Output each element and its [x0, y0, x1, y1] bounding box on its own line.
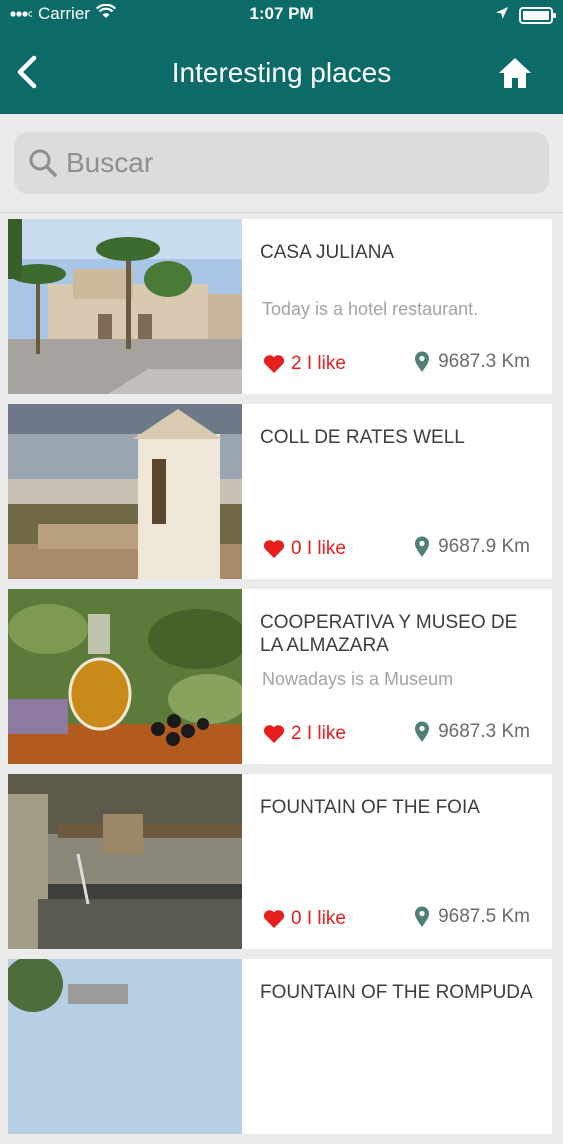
- distance-value: 9687.3 Km: [438, 721, 530, 742]
- places-list: CASA JULIANA Today is a hotel restaurant…: [8, 219, 552, 1144]
- place-card[interactable]: COOPERATIVA Y MUSEO DE LA ALMAZARA Nowad…: [8, 589, 552, 764]
- search-area: Buscar: [0, 114, 563, 213]
- like-count: 2 I like: [291, 353, 346, 374]
- search-field[interactable]: Buscar: [14, 132, 549, 194]
- search-icon: [28, 148, 58, 178]
- place-name: FOUNTAIN OF THE FOIA: [260, 797, 480, 818]
- location-arrow-icon: [495, 5, 509, 25]
- map-pin-icon: [415, 721, 430, 742]
- distance: 9687.3 Km: [414, 351, 530, 373]
- place-card[interactable]: FOUNTAIN OF THE ROMPUDA: [8, 959, 552, 1134]
- place-photo-fountain-of-the-foia: [8, 774, 242, 949]
- distance: 9687.3 Km: [414, 721, 530, 743]
- search-input[interactable]: Buscar: [66, 147, 153, 179]
- place-name: FOUNTAIN OF THE ROMPUDA: [260, 982, 533, 1003]
- like-count: 2 I like: [291, 723, 346, 744]
- status-right: [495, 5, 556, 25]
- like-button[interactable]: 2 I like: [263, 353, 346, 375]
- place-description: Nowadays is a Museum: [262, 669, 454, 689]
- place-description: Today is a hotel restaurant.: [262, 299, 479, 319]
- nav-bar: Interesting places: [0, 28, 563, 114]
- distance-value: 9687.5 Km: [438, 906, 530, 927]
- like-count: 0 I like: [291, 538, 346, 559]
- place-card[interactable]: CASA JULIANA Today is a hotel restaurant…: [8, 219, 552, 394]
- like-button[interactable]: 2 I like: [263, 723, 346, 745]
- place-name: CASA JULIANA: [260, 242, 395, 263]
- place-photo-cooperativa-museo-almazara: [8, 589, 242, 764]
- distance: 9687.9 Km: [414, 536, 530, 558]
- map-pin-icon: [415, 536, 430, 557]
- place-photo-casa-juliana: [8, 219, 242, 394]
- heart-icon: [263, 355, 285, 373]
- heart-icon: [263, 725, 285, 743]
- like-button[interactable]: 0 I like: [263, 538, 346, 560]
- place-photo-coll-de-rates-well: [8, 404, 242, 579]
- page-title: Interesting places: [171, 57, 392, 88]
- place-card[interactable]: COLL DE RATES WELL 0 I like 9687.9 Km: [8, 404, 552, 579]
- battery-icon: [519, 6, 556, 24]
- place-card[interactable]: FOUNTAIN OF THE FOIA 0 I like 9687.5 Km: [8, 774, 552, 949]
- home-button[interactable]: [497, 56, 533, 90]
- map-pin-icon: [415, 906, 430, 927]
- map-pin-icon: [415, 351, 430, 372]
- distance: 9687.5 Km: [414, 906, 530, 928]
- place-photo-fountain-of-the-rompuda: [8, 959, 242, 1134]
- home-icon: [499, 58, 531, 88]
- place-name: COLL DE RATES WELL: [260, 427, 465, 448]
- heart-icon: [263, 910, 285, 928]
- heart-icon: [263, 540, 285, 558]
- like-button[interactable]: 0 I like: [263, 908, 346, 930]
- status-bar: Carrier 1:07 PM: [0, 0, 563, 28]
- distance-value: 9687.3 Km: [438, 351, 530, 372]
- distance-value: 9687.9 Km: [438, 536, 530, 557]
- place-name: COOPERATIVA Y MUSEO DE LA ALMAZARA: [260, 612, 518, 656]
- status-time: 1:07 PM: [249, 4, 314, 23]
- like-count: 0 I like: [291, 908, 346, 929]
